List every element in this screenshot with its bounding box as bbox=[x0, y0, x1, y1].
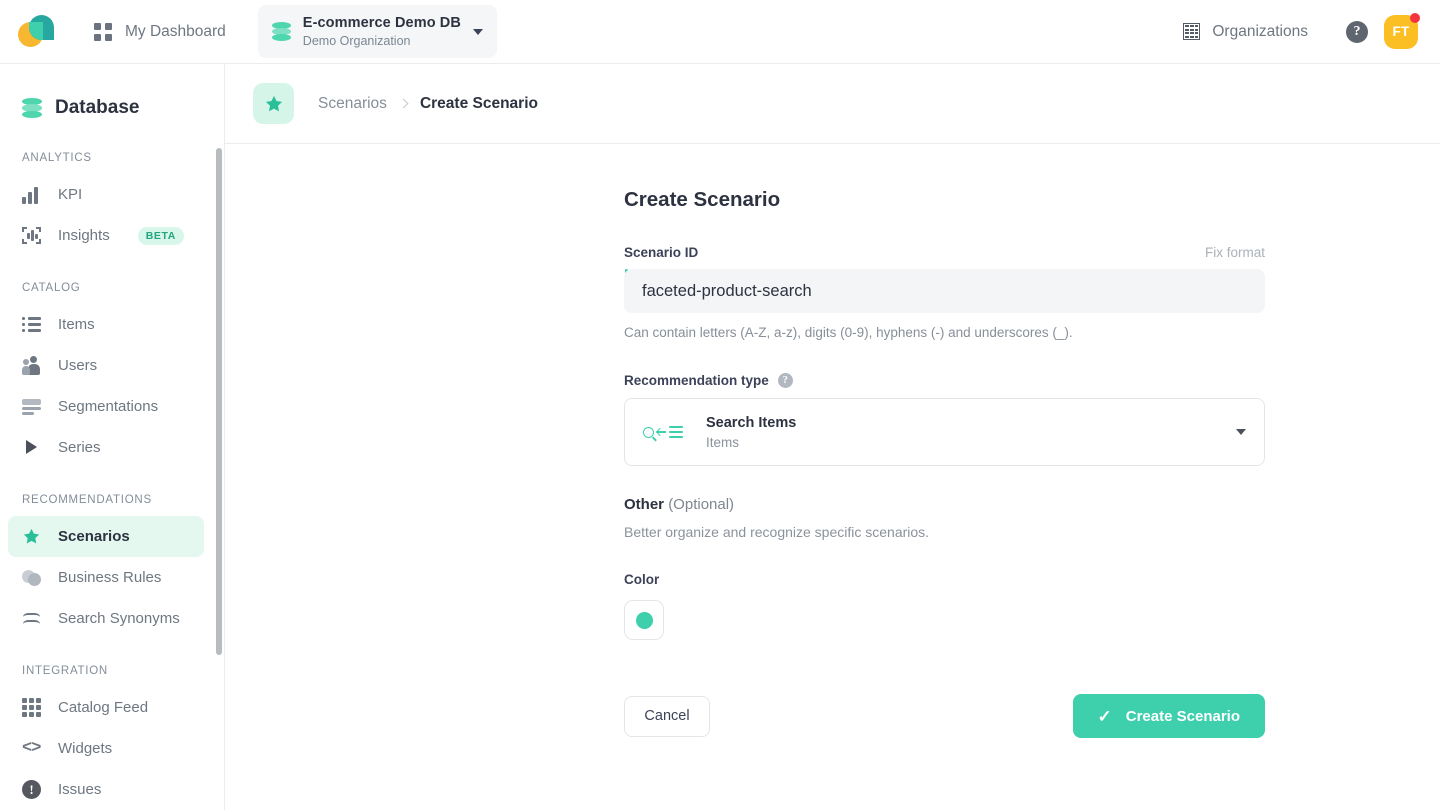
chevron-down-icon bbox=[472, 28, 483, 35]
code-icon: <> bbox=[22, 739, 41, 758]
scenario-id-label: Scenario ID bbox=[624, 245, 699, 260]
my-dashboard-label: My Dashboard bbox=[125, 22, 226, 40]
play-icon bbox=[22, 438, 41, 457]
bar-chart-icon bbox=[22, 185, 41, 204]
check-icon: ✓ bbox=[1097, 706, 1112, 726]
sidebar-item-label: Catalog Feed bbox=[58, 699, 149, 716]
grid-dots-icon bbox=[22, 698, 41, 717]
star-icon bbox=[22, 527, 41, 546]
organization-name: E-commerce Demo DB bbox=[302, 14, 461, 31]
sidebar-item-issues[interactable]: ! Issues bbox=[8, 769, 204, 810]
brand-logo-icon bbox=[18, 14, 56, 49]
recommendation-type-value: Search Items bbox=[706, 414, 797, 431]
sidebar-section-analytics: ANALYTICS bbox=[22, 152, 92, 164]
organization-subtitle: Demo Organization bbox=[302, 33, 411, 48]
recommendation-type-label-row: Recommendation type ? bbox=[624, 373, 1265, 388]
scenario-id-help-text: Can contain letters (A-Z, a-z), digits (… bbox=[624, 325, 1073, 340]
page-title: Create Scenario bbox=[624, 188, 781, 211]
top-navigation-bar: My Dashboard E-commerce Demo DB Demo Org… bbox=[0, 0, 1440, 64]
sidebar-item-scenarios[interactable]: Scenarios bbox=[8, 516, 204, 557]
grid-icon bbox=[94, 22, 112, 41]
alert-circle-icon: ! bbox=[22, 780, 41, 799]
create-scenario-form: Create Scenario Scenario ID Fix format C… bbox=[225, 144, 1440, 738]
sidebar-item-business-rules[interactable]: Business Rules bbox=[8, 557, 204, 598]
organizations-label: Organizations bbox=[1212, 22, 1308, 40]
sidebar-item-segmentations[interactable]: Segmentations bbox=[8, 386, 204, 427]
color-dot bbox=[635, 611, 653, 629]
sidebar-item-label: Items bbox=[58, 316, 95, 333]
sidebar-item-label: Users bbox=[58, 357, 98, 374]
sidebar-item-label: KPI bbox=[58, 186, 83, 203]
other-section-heading: Other (Optional) bbox=[624, 496, 1440, 513]
notification-badge-dot bbox=[1410, 12, 1420, 23]
building-icon bbox=[1183, 23, 1201, 40]
sidebar-item-label: Series bbox=[58, 439, 101, 456]
sidebar-header: Database bbox=[0, 64, 224, 126]
sidebar-item-widgets[interactable]: <> Widgets bbox=[8, 728, 204, 769]
insights-icon bbox=[22, 226, 41, 245]
brand-logo[interactable] bbox=[0, 0, 74, 64]
color-swatch-button[interactable] bbox=[624, 600, 664, 640]
organizations-button[interactable]: Organizations bbox=[1171, 15, 1320, 49]
help-circle-icon[interactable]: ? bbox=[1346, 20, 1368, 43]
cancel-button[interactable]: Cancel bbox=[624, 695, 710, 737]
star-icon bbox=[253, 83, 294, 124]
create-scenario-button[interactable]: ✓ Create Scenario bbox=[1072, 694, 1265, 738]
sidebar-item-label: Insights bbox=[58, 227, 110, 244]
sidebar-item-kpi[interactable]: KPI bbox=[8, 174, 204, 215]
beta-badge: BETA bbox=[137, 226, 184, 245]
sidebar-title: Database bbox=[55, 97, 140, 118]
sidebar-item-series[interactable]: Series bbox=[8, 427, 204, 468]
recommendation-type-subvalue: Items bbox=[706, 434, 740, 450]
sidebar-item-catalog-feed[interactable]: Catalog Feed bbox=[8, 687, 204, 728]
other-title: Other bbox=[624, 496, 665, 513]
sidebar-item-label: Business Rules bbox=[58, 569, 162, 586]
sidebar: Database ANALYTICS KPI Insights BETA CAT… bbox=[0, 64, 225, 810]
search-items-icon bbox=[643, 425, 683, 439]
database-icon bbox=[22, 97, 42, 119]
sidebar-item-label: Widgets bbox=[58, 740, 113, 757]
sidebar-scrollbar[interactable] bbox=[216, 148, 222, 655]
breadcrumb-current: Create Scenario bbox=[419, 94, 538, 112]
avatar[interactable]: FT bbox=[1384, 12, 1420, 49]
create-scenario-label: Create Scenario bbox=[1125, 707, 1240, 725]
sidebar-item-items[interactable]: Items bbox=[8, 304, 204, 345]
sidebar-item-insights[interactable]: Insights BETA bbox=[8, 215, 204, 256]
sidebar-item-label: Search Synonyms bbox=[58, 610, 180, 627]
my-dashboard-button[interactable]: My Dashboard bbox=[84, 17, 236, 47]
recommendation-type-label: Recommendation type bbox=[624, 373, 769, 388]
organization-switcher[interactable]: E-commerce Demo DB Demo Organization bbox=[257, 4, 497, 59]
form-actions: Cancel ✓ Create Scenario bbox=[624, 694, 1265, 738]
scenario-id-label-row: Scenario ID Fix format bbox=[624, 245, 1265, 260]
sidebar-item-users[interactable]: Users bbox=[8, 345, 204, 386]
database-icon bbox=[271, 21, 291, 42]
main-content: Scenarios Create Scenario Create Scenari… bbox=[225, 64, 1440, 810]
segmentation-icon bbox=[22, 397, 41, 416]
other-optional: (Optional) bbox=[668, 496, 735, 513]
other-subtitle: Better organize and recognize specific s… bbox=[624, 524, 930, 540]
users-icon bbox=[22, 356, 41, 375]
color-label: Color bbox=[624, 572, 660, 587]
sidebar-item-search-synonyms[interactable]: Search Synonyms bbox=[8, 598, 204, 639]
synonyms-icon bbox=[22, 609, 41, 628]
breadcrumb-link-scenarios[interactable]: Scenarios bbox=[318, 95, 387, 113]
sidebar-item-label: Segmentations bbox=[58, 398, 159, 415]
fix-format-link[interactable]: Fix format bbox=[1205, 245, 1265, 260]
sidebar-section-integration: INTEGRATION bbox=[22, 665, 108, 677]
breadcrumb: Scenarios Create Scenario bbox=[225, 64, 1440, 144]
sidebar-item-label: Scenarios bbox=[58, 528, 130, 545]
sidebar-section-catalog: CATALOG bbox=[22, 282, 81, 294]
sidebar-item-label: Issues bbox=[58, 781, 102, 798]
scenario-id-input[interactable] bbox=[624, 269, 1265, 313]
chevron-down-icon bbox=[1236, 429, 1246, 435]
sidebar-section-recommendations: RECOMMENDATIONS bbox=[22, 494, 152, 506]
recommendation-type-select[interactable]: Search Items Items bbox=[624, 398, 1265, 466]
rules-icon bbox=[22, 568, 41, 587]
help-circle-icon[interactable]: ? bbox=[777, 373, 793, 388]
chevron-right-icon bbox=[398, 98, 409, 109]
list-icon bbox=[22, 315, 41, 334]
